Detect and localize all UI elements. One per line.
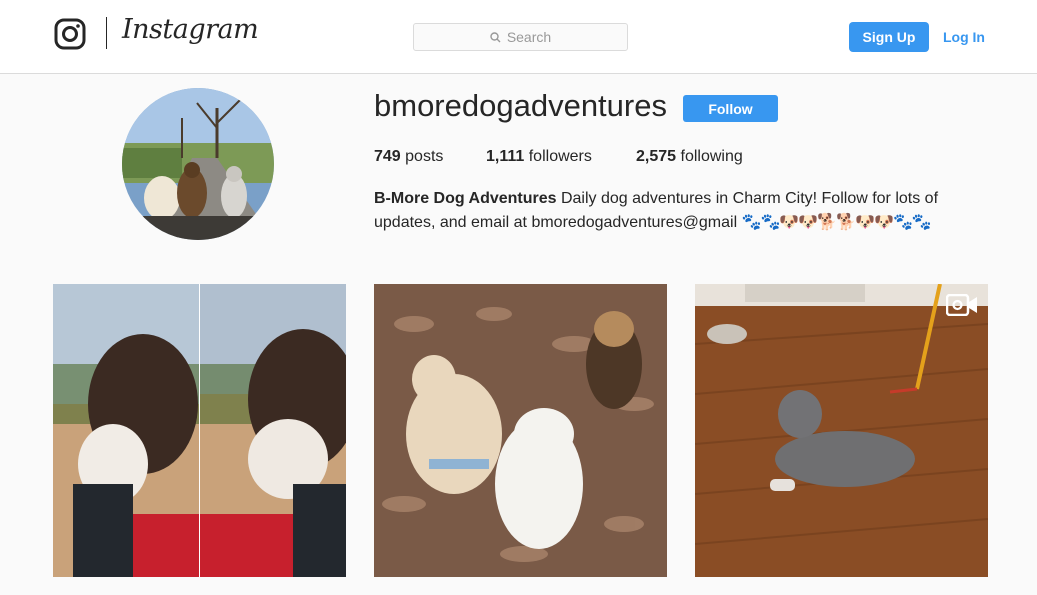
sign-up-button[interactable]: Sign Up xyxy=(849,22,929,52)
follow-button[interactable]: Follow xyxy=(683,95,778,122)
profile-stats: 749 posts 1,111 followers 2,575 followin… xyxy=(374,148,743,166)
top-navbar: Instagram Search Sign Up Log In xyxy=(0,0,1037,74)
search-placeholder: Search xyxy=(506,29,552,45)
bio-text-line2: updates, and email at bmoredogadventures… xyxy=(374,214,742,231)
bio-text-line1: Daily dog adventures in Charm City! Foll… xyxy=(556,190,939,207)
post-thumbnail-1[interactable] xyxy=(53,284,346,577)
video-camera-icon xyxy=(945,293,978,321)
log-in-link[interactable]: Log In xyxy=(943,22,985,52)
followers-stat[interactable]: 1,111 followers xyxy=(486,148,636,166)
post-thumbnail-3[interactable] xyxy=(695,284,988,577)
instagram-camera-logo-icon[interactable] xyxy=(54,18,86,50)
posts-stat: 749 posts xyxy=(374,148,486,166)
bio-emoji: 🐾🐾🐶🐶🐕🐕🐶🐶🐾🐾 xyxy=(741,214,932,231)
followers-label: followers xyxy=(528,148,592,165)
logo-divider xyxy=(106,17,107,49)
following-count: 2,575 xyxy=(636,148,677,165)
followers-count: 1,111 xyxy=(486,148,525,165)
search-icon xyxy=(490,31,501,42)
posts-count: 749 xyxy=(374,148,401,165)
profile-username: bmoredogadventures xyxy=(374,88,667,123)
post-thumbnail-2[interactable] xyxy=(374,284,667,577)
bio-name: B-More Dog Adventures xyxy=(374,190,557,207)
posts-label: posts xyxy=(405,148,444,165)
instagram-wordmark-logo[interactable]: Instagram xyxy=(122,14,259,45)
search-input[interactable]: Search xyxy=(413,23,628,51)
following-label: following xyxy=(680,148,743,165)
following-stat[interactable]: 2,575 following xyxy=(636,148,743,166)
profile-avatar[interactable] xyxy=(122,88,274,240)
profile-bio: B-More Dog Adventures Daily dog adventur… xyxy=(374,187,974,235)
